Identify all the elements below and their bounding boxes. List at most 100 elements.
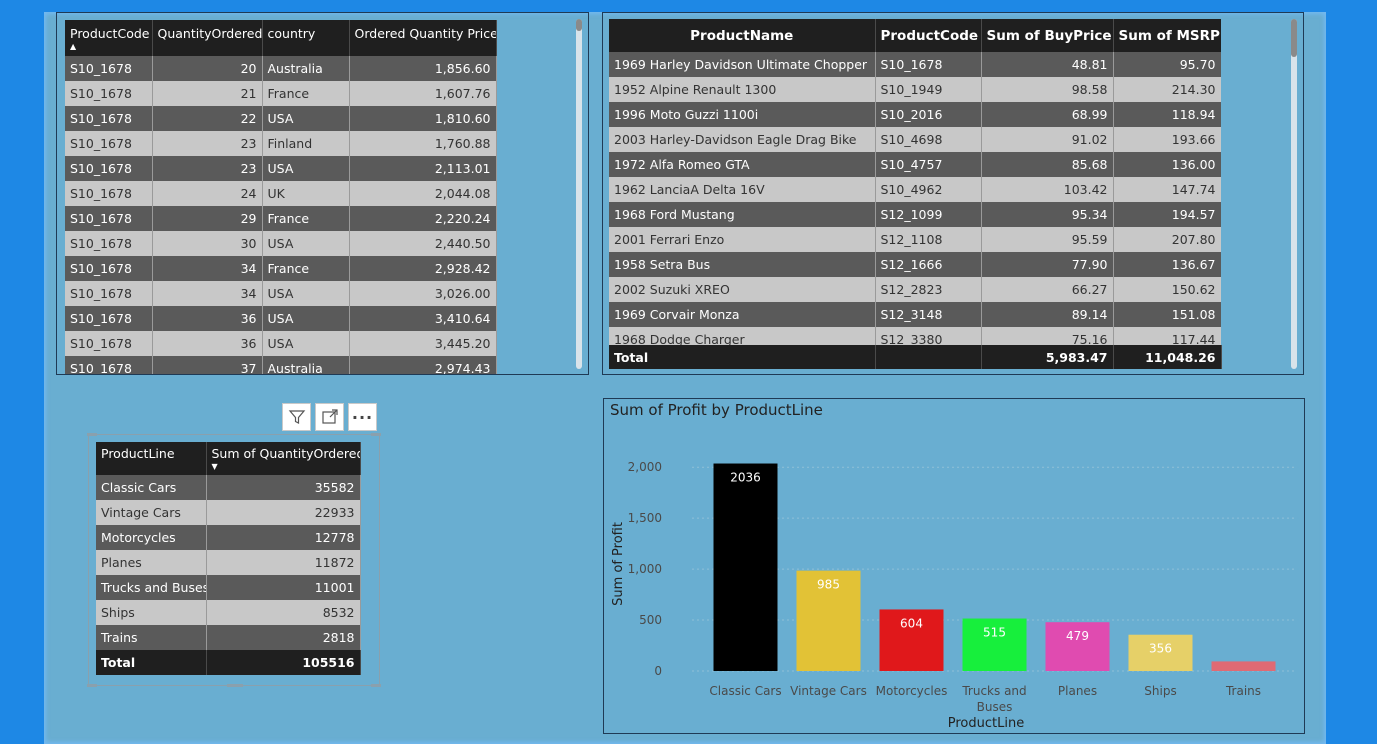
table-cell: Vintage Cars — [96, 500, 207, 525]
table-row[interactable]: 2002 Suzuki XREO S12_2823 66.27 150.62 — [609, 277, 1221, 302]
table-cell: 193.66 — [1113, 127, 1221, 152]
productline-table-header: ProductLine Sum of QuantityOrdered ▼ — [96, 442, 361, 475]
orders-table-visual[interactable]: ProductCode ▲ QuantityOrdered country Or… — [56, 12, 589, 375]
table-row[interactable]: 1996 Moto Guzzi 1100i S10_2016 68.99 118.94 — [609, 102, 1221, 127]
total-empty — [875, 345, 982, 369]
table-row[interactable]: S10_1678 36 USA 3,410.64 — [65, 306, 497, 331]
col-header-productname[interactable]: ProductName — [609, 19, 876, 52]
focus-mode-icon[interactable] — [315, 403, 344, 431]
table-row[interactable]: Motorcycles 12778 — [96, 525, 361, 550]
y-tick-label: 2,000 — [628, 460, 662, 474]
table-cell: 3,445.20 — [349, 331, 497, 356]
table-cell: S12_1099 — [875, 202, 982, 227]
col-header-productcode[interactable]: ProductCode ▲ — [65, 20, 153, 56]
total-msrp: 11,048.26 — [1113, 345, 1222, 369]
table-cell: 89.14 — [981, 302, 1114, 327]
col-header-quantityordered[interactable]: QuantityOrdered — [152, 20, 263, 56]
resize-handle-bl[interactable] — [87, 684, 97, 687]
table-row[interactable]: 1969 Corvair Monza S12_3148 89.14 151.08 — [609, 302, 1221, 327]
col-header-ordered-quantity-price[interactable]: Ordered Quantity Price — [349, 20, 497, 56]
table-cell: S10_1678 — [65, 281, 153, 306]
table-row[interactable]: S10_1678 20 Australia 1,856.60 — [65, 56, 497, 81]
table-row[interactable]: 1968 Ford Mustang S12_1099 95.34 194.57 — [609, 202, 1221, 227]
col-header-sum-msrp[interactable]: Sum of MSRP — [1113, 19, 1221, 52]
table-row[interactable]: S10_1678 23 Finland 1,760.88 — [65, 131, 497, 156]
col-header-sum-buyprice[interactable]: Sum of BuyPrice — [981, 19, 1114, 52]
table-row[interactable]: S10_1678 30 USA 2,440.50 — [65, 231, 497, 256]
table-cell: 147.74 — [1113, 177, 1221, 202]
table-row[interactable]: Trucks and Buses 11001 — [96, 575, 361, 600]
orders-table-scrollbar[interactable] — [576, 19, 582, 369]
table-row[interactable]: 1958 Setra Bus S12_1666 77.90 136.67 — [609, 252, 1221, 277]
table-cell: France — [262, 256, 350, 281]
col-header-sum-quantityordered[interactable]: Sum of QuantityOrdered ▼ — [206, 442, 361, 475]
table-row[interactable]: Vintage Cars 22933 — [96, 500, 361, 525]
scrollbar-thumb[interactable] — [576, 19, 582, 31]
table-cell: 150.62 — [1113, 277, 1221, 302]
resize-handle-tl[interactable] — [87, 433, 97, 436]
resize-handle-tr[interactable] — [371, 433, 381, 436]
table-cell: 2003 Harley-Davidson Eagle Drag Bike — [609, 127, 876, 152]
table-cell: 2,044.08 — [349, 181, 497, 206]
table-row[interactable]: 2003 Harley-Davidson Eagle Drag Bike S10_… — [609, 127, 1221, 152]
table-row[interactable]: S10_1678 24 UK 2,044.08 — [65, 181, 497, 206]
table-cell: 136.67 — [1113, 252, 1221, 277]
scrollbar-thumb[interactable] — [1291, 19, 1297, 57]
table-cell: 1996 Moto Guzzi 1100i — [609, 102, 876, 127]
table-cell: 11872 — [206, 550, 361, 575]
table-row[interactable]: S10_1678 21 France 1,607.76 — [65, 81, 497, 106]
col-header-country[interactable]: country — [262, 20, 350, 56]
more-options-icon[interactable]: ··· — [348, 403, 377, 431]
table-row[interactable]: 1952 Alpine Renault 1300 S10_1949 98.58 214… — [609, 77, 1221, 102]
products-table-scrollbar[interactable] — [1291, 19, 1297, 369]
table-cell: USA — [262, 306, 350, 331]
table-cell: S10_1678 — [65, 356, 153, 374]
data-label: 479 — [1066, 629, 1089, 643]
table-cell: S10_1678 — [65, 231, 153, 256]
table-row[interactable]: Planes 11872 — [96, 550, 361, 575]
orders-table: ProductCode ▲ QuantityOrdered country Or… — [65, 20, 497, 374]
table-cell: Trucks and Buses — [96, 575, 207, 600]
profit-by-productline-chart[interactable]: 0 500 1,000 1,500 2,000 Sum of Profit 2036 Clas… — [603, 398, 1305, 734]
productline-table: ProductLine Sum of QuantityOrdered ▼ Cla… — [96, 442, 361, 675]
table-cell: USA — [262, 281, 350, 306]
x-tick-label: Trains — [1225, 684, 1261, 698]
table-row[interactable]: S10_1678 29 France 2,220.24 — [65, 206, 497, 231]
data-label: 604 — [900, 616, 923, 630]
table-row[interactable]: S10_1678 22 USA 1,810.60 — [65, 106, 497, 131]
resize-handle-bottom[interactable] — [227, 684, 243, 687]
x-tick-label: Classic Cars — [709, 684, 781, 698]
resize-handle-br[interactable] — [371, 684, 381, 687]
table-cell: 103.42 — [981, 177, 1114, 202]
products-table-visual[interactable]: ProductName ProductCode Sum of BuyPrice … — [602, 12, 1304, 375]
table-row[interactable]: 1972 Alfa Romeo GTA S10_4757 85.68 136.00 — [609, 152, 1221, 177]
table-row[interactable]: 2001 Ferrari Enzo S12_1108 95.59 207.80 — [609, 227, 1221, 252]
table-cell: S10_1678 — [875, 52, 982, 77]
table-cell: 95.34 — [981, 202, 1114, 227]
table-row[interactable]: S10_1678 36 USA 3,445.20 — [65, 331, 497, 356]
productline-table-visual[interactable]: ProductLine Sum of QuantityOrdered ▼ Cla… — [87, 433, 381, 687]
col-header-productcode[interactable]: ProductCode — [875, 19, 982, 52]
filter-icon[interactable] — [282, 403, 311, 431]
table-cell: Trains — [96, 625, 207, 650]
table-cell: S10_1678 — [65, 206, 153, 231]
col-header-productline[interactable]: ProductLine — [96, 442, 207, 475]
table-cell: 22933 — [206, 500, 361, 525]
table-cell: 1969 Harley Davidson Ultimate Chopper — [609, 52, 876, 77]
table-row[interactable]: S10_1678 34 France 2,928.42 — [65, 256, 497, 281]
table-row[interactable]: Classic Cars 35582 — [96, 475, 361, 500]
table-row[interactable]: Ships 8532 — [96, 600, 361, 625]
table-cell: 1969 Corvair Monza — [609, 302, 876, 327]
table-row[interactable]: S10_1678 34 USA 3,026.00 — [65, 281, 497, 306]
table-cell: 11001 — [206, 575, 361, 600]
table-cell: S10_1678 — [65, 256, 153, 281]
table-cell: 23 — [152, 156, 263, 181]
table-cell: Planes — [96, 550, 207, 575]
table-row[interactable]: 1969 Harley Davidson Ultimate Chopper S10… — [609, 52, 1221, 77]
table-row[interactable]: S10_1678 37 Australia 2,974.43 — [65, 356, 497, 374]
x-tick-label: Planes — [1058, 684, 1097, 698]
table-row[interactable]: 1962 LanciaA Delta 16V S10_4962 103.42 147.… — [609, 177, 1221, 202]
y-tick-label: 1,500 — [628, 511, 662, 525]
table-row[interactable]: Trains 2818 — [96, 625, 361, 650]
table-row[interactable]: S10_1678 23 USA 2,113.01 — [65, 156, 497, 181]
